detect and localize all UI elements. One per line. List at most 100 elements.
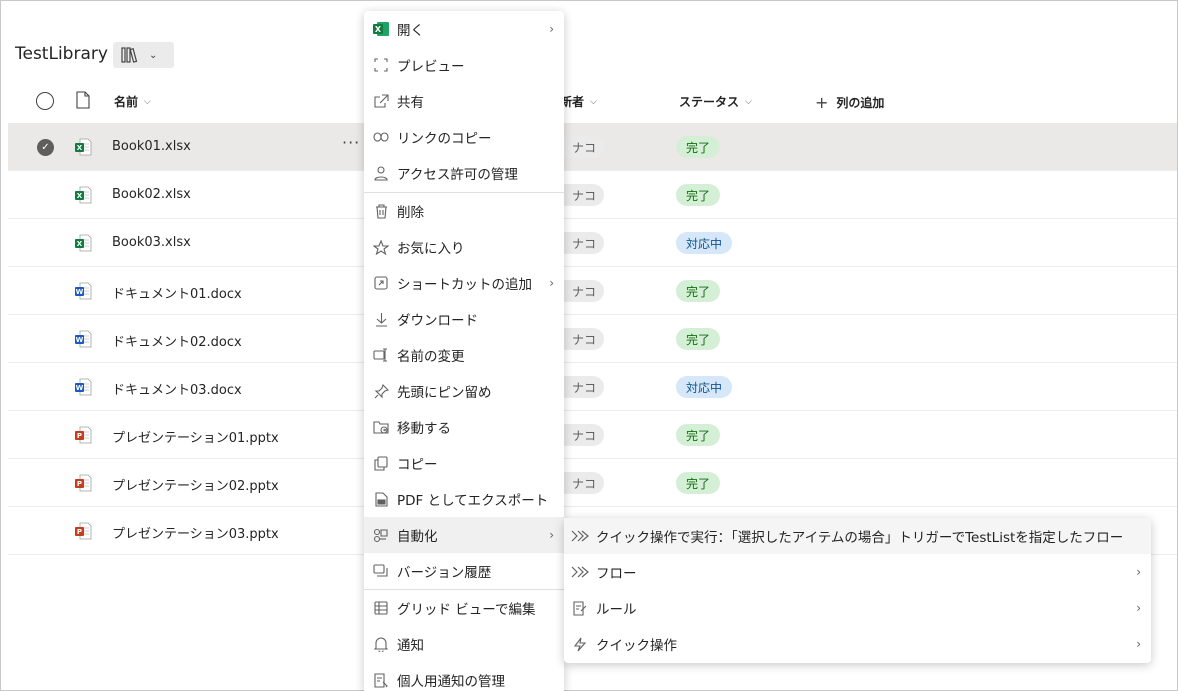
file-name-link[interactable]: Book03.xlsx bbox=[112, 235, 191, 250]
column-header-name[interactable]: 名前 ⌵ bbox=[114, 93, 151, 110]
status-badge: 対応中 bbox=[676, 376, 733, 398]
menu-item-preview[interactable]: プレビュー bbox=[364, 47, 564, 83]
table-row[interactable]: W ドキュメント03.docx ナコ 対応中 bbox=[8, 363, 1177, 411]
table-row[interactable]: P プレゼンテーション02.pptx ナコ 完了 bbox=[8, 459, 1177, 507]
word-file-icon: W bbox=[74, 282, 92, 304]
ppt-file-icon: P bbox=[74, 426, 92, 448]
status-badge: 完了 bbox=[676, 184, 721, 206]
svg-text:W: W bbox=[76, 384, 84, 392]
status-badge: 完了 bbox=[676, 136, 721, 158]
share-icon bbox=[371, 94, 391, 108]
table-row[interactable]: X Book03.xlsx ナコ 対応中 bbox=[8, 219, 1177, 267]
preview-icon bbox=[371, 58, 391, 72]
file-name-link[interactable]: プレゼンテーション03.pptx bbox=[112, 523, 279, 542]
menu-item-favorite[interactable]: お気に入り bbox=[364, 229, 564, 265]
svg-text:P: P bbox=[77, 528, 82, 536]
view-switcher-button[interactable]: ⌄ bbox=[113, 42, 174, 68]
rename-icon bbox=[371, 348, 391, 362]
chevron-right-icon: › bbox=[549, 528, 554, 542]
table-row[interactable]: X Book02.xlsx ナコ 完了 bbox=[8, 171, 1177, 219]
file-name-link[interactable]: Book02.xlsx bbox=[112, 187, 191, 202]
submenu-item-quick-run-flow[interactable]: クイック操作で実行：「選択したアイテムの場合」トリガーでTestListを指定し… bbox=[564, 518, 1151, 554]
menu-item-move[interactable]: 移動する bbox=[364, 409, 564, 445]
menu-item-copy[interactable]: コピー bbox=[364, 445, 564, 481]
ppt-file-icon: P bbox=[74, 474, 92, 496]
status-badge: 対応中 bbox=[676, 232, 733, 254]
table-row[interactable]: P プレゼンテーション01.pptx ナコ 完了 bbox=[8, 411, 1177, 459]
chevron-down-icon: ⌄ bbox=[149, 49, 158, 61]
bell-icon bbox=[371, 637, 391, 652]
shortcut-icon bbox=[371, 276, 391, 290]
menu-item-rename[interactable]: 名前の変更 bbox=[364, 337, 564, 373]
table-row[interactable]: W ドキュメント02.docx ナコ 完了 bbox=[8, 315, 1177, 363]
menu-item-notify[interactable]: 通知 bbox=[364, 626, 564, 662]
menu-item-pin-top[interactable]: 先頭にピン留め bbox=[364, 373, 564, 409]
folder-move-icon bbox=[371, 420, 391, 434]
ppt-file-icon: P bbox=[74, 522, 92, 544]
table-row[interactable]: ✓ X Book01.xlsx ··· ナコ 完了 bbox=[8, 123, 1177, 171]
menu-item-export-pdf[interactable]: PDF としてエクスポート bbox=[364, 481, 564, 517]
file-name-link[interactable]: ドキュメント02.docx bbox=[112, 331, 242, 350]
rule-icon bbox=[570, 600, 590, 616]
word-file-icon: W bbox=[74, 378, 92, 400]
menu-item-automate[interactable]: 自動化 › bbox=[364, 517, 564, 553]
flow-icon bbox=[570, 530, 590, 542]
status-badge: 完了 bbox=[676, 424, 721, 446]
chevron-right-icon: › bbox=[549, 22, 554, 36]
lightning-icon bbox=[570, 637, 590, 652]
pin-icon bbox=[371, 383, 391, 399]
status-badge: 完了 bbox=[676, 328, 721, 350]
copy-icon bbox=[371, 455, 391, 471]
submenu-item-rule[interactable]: ルール › bbox=[564, 590, 1151, 626]
checkmark-icon[interactable]: ✓ bbox=[37, 139, 54, 156]
file-name-link[interactable]: ドキュメント01.docx bbox=[112, 283, 242, 302]
trash-icon bbox=[371, 203, 391, 219]
menu-item-grid-edit[interactable]: グリッド ビューで編集 bbox=[364, 590, 564, 626]
automate-submenu: クイック操作で実行：「選択したアイテムの場合」トリガーでTestListを指定し… bbox=[564, 518, 1151, 663]
automate-icon bbox=[371, 528, 391, 543]
menu-item-share[interactable]: 共有 bbox=[364, 83, 564, 119]
svg-text:X: X bbox=[77, 144, 83, 152]
excel-icon: X bbox=[371, 22, 391, 36]
file-name-link[interactable]: プレゼンテーション02.pptx bbox=[112, 475, 279, 494]
file-name-link[interactable]: Book01.xlsx bbox=[112, 139, 191, 154]
chevron-right-icon: › bbox=[549, 276, 554, 290]
menu-item-download[interactable]: ダウンロード bbox=[364, 301, 564, 337]
version-history-icon bbox=[371, 564, 391, 578]
menu-item-manage-access[interactable]: アクセス許可の管理 bbox=[364, 155, 564, 191]
chevron-right-icon: › bbox=[1136, 601, 1141, 615]
file-name-link[interactable]: プレゼンテーション01.pptx bbox=[112, 427, 279, 446]
chevron-right-icon: › bbox=[1136, 637, 1141, 651]
column-header-editor[interactable]: 新者 ⌵ bbox=[560, 93, 597, 110]
person-icon bbox=[371, 165, 391, 181]
svg-text:X: X bbox=[77, 240, 83, 248]
svg-text:X: X bbox=[375, 25, 382, 34]
library-view-icon bbox=[121, 47, 139, 63]
table-row[interactable]: W ドキュメント01.docx ナコ 完了 bbox=[8, 267, 1177, 315]
select-all-checkbox[interactable] bbox=[36, 92, 54, 110]
column-header-status[interactable]: ステータス ⌵ bbox=[679, 93, 752, 110]
notify-settings-icon bbox=[371, 672, 391, 688]
chevron-down-icon: ⌵ bbox=[144, 96, 151, 107]
chevron-right-icon: › bbox=[1136, 565, 1141, 579]
submenu-item-quick-action[interactable]: クイック操作 › bbox=[564, 626, 1151, 662]
link-icon bbox=[371, 132, 391, 142]
file-type-header-icon[interactable] bbox=[76, 91, 90, 113]
excel-file-icon: X bbox=[74, 186, 92, 208]
flow-icon bbox=[570, 566, 590, 578]
excel-file-icon: X bbox=[74, 138, 92, 160]
menu-item-delete[interactable]: 削除 bbox=[364, 193, 564, 229]
menu-item-manage-notify[interactable]: 個人用通知の管理 bbox=[364, 662, 564, 691]
svg-text:W: W bbox=[76, 288, 84, 296]
file-name-link[interactable]: ドキュメント03.docx bbox=[112, 379, 242, 398]
grid-icon bbox=[371, 601, 391, 615]
add-column-button[interactable]: + 列の追加 bbox=[815, 93, 884, 112]
chevron-down-icon: ⌵ bbox=[745, 96, 752, 107]
submenu-item-flow[interactable]: フロー › bbox=[564, 554, 1151, 590]
menu-item-add-shortcut[interactable]: ショートカットの追加 › bbox=[364, 265, 564, 301]
menu-item-open[interactable]: X 開く › bbox=[364, 11, 564, 47]
menu-item-copy-link[interactable]: リンクのコピー bbox=[364, 119, 564, 155]
svg-text:P: P bbox=[77, 480, 82, 488]
more-options-icon[interactable]: ··· bbox=[342, 133, 360, 152]
menu-item-version-history[interactable]: バージョン履歴 bbox=[364, 553, 564, 589]
